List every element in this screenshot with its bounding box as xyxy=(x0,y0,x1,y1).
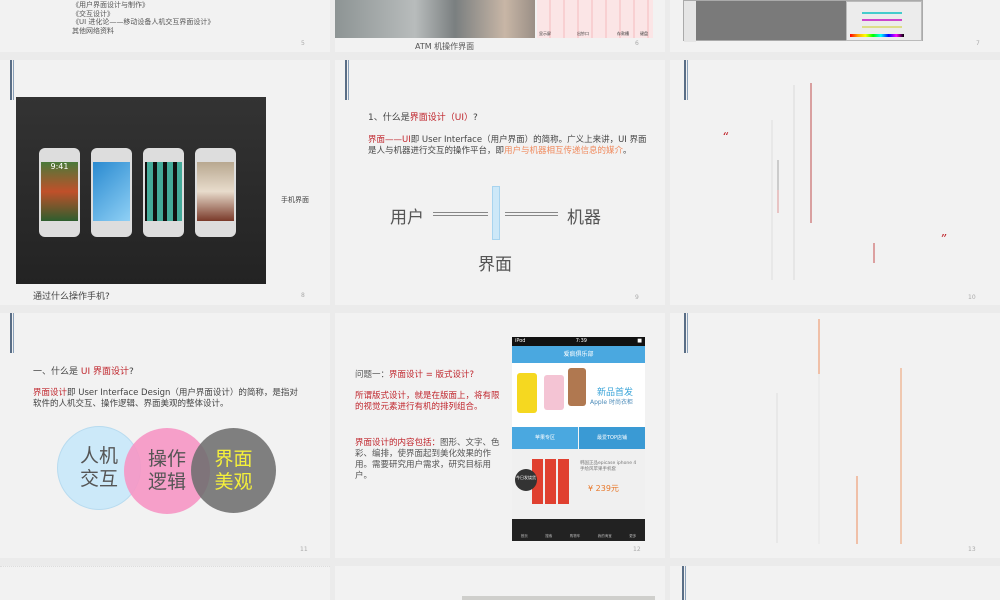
vertical-text-faint xyxy=(771,120,773,280)
content-text: 界面设计的内容包括：图形、文字、色彩、编排，使界面起到美化效果的作用。需要研究用… xyxy=(355,438,500,481)
label-keypad: 键盘 xyxy=(640,31,648,36)
slide-thumbnail-16[interactable] xyxy=(670,566,1000,600)
slide-title: 1、什么是界面设计（UI）? xyxy=(368,113,478,123)
slide-thumbnail-9[interactable]: 1、什么是界面设计（UI）? 界面——UI即 User Interface（用户… xyxy=(335,60,665,305)
slide-title: 一、什么是 UI 界面设计? xyxy=(33,367,134,377)
accent-double-line xyxy=(10,60,14,100)
phone-app-screenshot: iPod 7:39 ■ 爱疯俱乐部 新品首发 Apple 时尚衣柜 苹果专区 最爱TO… xyxy=(512,337,645,542)
slide-thumbnail-8[interactable]: 9:41 手机界面 通过什么操作手机? 8 xyxy=(0,60,330,305)
slide-image xyxy=(462,596,655,600)
slide-thumbnail-12[interactable]: 问题一：界面设计 = 版式设计? 所谓版式设计，就是在版面上，将有限的视觉元素进… xyxy=(335,313,665,558)
vertical-text-faint xyxy=(776,393,778,543)
vertical-text-orange xyxy=(818,319,820,374)
vertical-text-orange xyxy=(856,476,858,544)
slide-thumbnail-15[interactable] xyxy=(335,566,665,600)
slide-body: 界面设计即 User Interface Design（用户界面设计）的简称，是… xyxy=(33,388,298,409)
label-cash-slot: 出钞口 xyxy=(577,31,589,36)
accent-double-line xyxy=(684,60,688,100)
slide-number: 9 xyxy=(635,294,639,301)
accent-double-line xyxy=(345,60,349,100)
definition-text: 所谓版式设计，就是在版面上，将有限的视觉元素进行有机的排列组合。 xyxy=(355,391,500,412)
slide-number: 8 xyxy=(301,292,305,299)
circle-interface-aesthetics: 界面美观 xyxy=(191,428,276,513)
label-display: 显示屏 xyxy=(539,31,551,36)
arrow-right-pair xyxy=(505,212,558,216)
vertical-text-gray xyxy=(777,160,779,190)
slide-number: 12 xyxy=(633,546,641,553)
slide-caption: 通过什么操作手机? xyxy=(33,292,110,302)
reference-line: 《UI 进化论——移动设备人机交互界面设计》 xyxy=(72,18,215,26)
slide-thumbnail-5[interactable]: 《用户界面设计与制作》 《交互设计》 《UI 进化论——移动设备人机交互界面设计… xyxy=(0,0,330,52)
photoshop-screenshot xyxy=(683,0,923,42)
slide-number: 5 xyxy=(301,40,305,47)
slide-thumbnail-7[interactable]: 7 xyxy=(670,0,1000,52)
slide-thumbnail-14[interactable] xyxy=(0,566,330,600)
slide-thumbnail-11[interactable]: 一、什么是 UI 界面设计? 界面设计即 User Interface Desi… xyxy=(0,313,330,558)
slide-body: 界面——UI即 User Interface（用户界面）的简称。广义上来讲，UI… xyxy=(368,135,647,156)
slide-number: 6 xyxy=(635,40,639,47)
atm-photo xyxy=(335,0,535,38)
machine-label: 机器 xyxy=(567,208,601,228)
accent-double-line xyxy=(682,566,686,600)
slide-number: 7 xyxy=(976,40,980,47)
slide-thumbnail-6[interactable]: 显示屏 出钞口 存款槽 键盘 ATM 机操作界面 6 xyxy=(335,0,665,52)
app-title: 爱疯俱乐部 xyxy=(512,346,645,363)
reference-list: 《用户界面设计与制作》 《交互设计》 《UI 进化论——移动设备人机交互界面设计… xyxy=(72,1,214,35)
slide-number: 10 xyxy=(968,294,976,301)
slide-number: 11 xyxy=(300,546,308,553)
color-panel xyxy=(846,1,922,41)
accent-double-line xyxy=(10,313,14,353)
question-title: 问题一：界面设计 = 版式设计? xyxy=(355,370,475,380)
interface-bar xyxy=(492,186,500,240)
slide-thumbnail-10[interactable]: “ ” 10 xyxy=(670,60,1000,305)
slide-caption: ATM 机操作界面 xyxy=(415,42,475,51)
vertical-text-orange xyxy=(900,368,902,544)
label-deposit-slot: 存款槽 xyxy=(617,31,629,36)
vertical-text-red xyxy=(873,243,875,263)
iphone-photo: 9:41 xyxy=(16,97,266,284)
interface-label: 界面 xyxy=(478,255,512,275)
arrow-left-pair xyxy=(433,212,488,216)
side-label: 手机界面 xyxy=(281,196,309,204)
reference-line: 《用户界面设计与制作》 xyxy=(72,1,149,9)
open-quote: “ xyxy=(722,130,729,144)
close-quote: ” xyxy=(940,232,947,246)
slide-thumbnail-13[interactable]: 13 xyxy=(670,313,1000,558)
user-label: 用户 xyxy=(390,208,424,228)
reference-line: 其他网络资料 xyxy=(72,26,114,35)
vertical-text-faint xyxy=(793,85,795,280)
accent-double-line xyxy=(684,313,688,353)
vertical-text-red xyxy=(810,83,812,223)
slide-number: 13 xyxy=(968,546,976,553)
reference-line: 《交互设计》 xyxy=(72,9,114,18)
atm-diagram: 显示屏 出钞口 存款槽 键盘 xyxy=(537,0,653,38)
lockscreen-time: 9:41 xyxy=(50,162,69,171)
